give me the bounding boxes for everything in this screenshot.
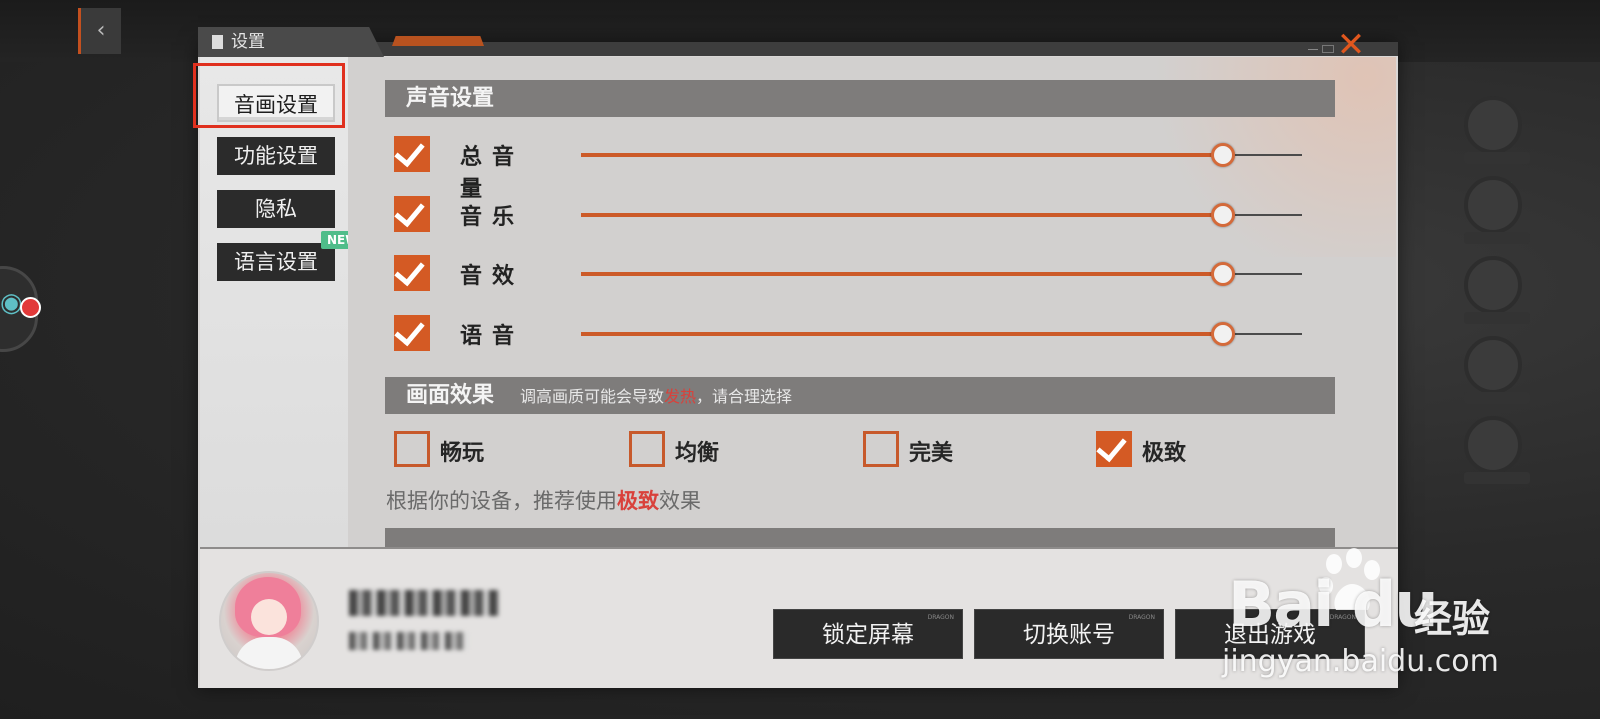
- settings-content: [348, 57, 1396, 547]
- recommendation-text: 根据你的设备，推荐使用: [386, 489, 617, 513]
- background-menu-label: [1464, 312, 1530, 324]
- background-menu-icon: [1464, 336, 1522, 394]
- baidu-url-text: jingyan.baidu.com: [1222, 644, 1499, 679]
- dialog-title: 设置: [231, 32, 265, 52]
- background-menu-icon: [1464, 256, 1522, 314]
- quality-balanced-label: 均衡: [675, 441, 720, 466]
- dialog-accent-tab: [392, 36, 484, 46]
- slider-fill: [581, 213, 1223, 217]
- graphics-hint-text: 调高画质可能会导致: [520, 387, 665, 406]
- graphics-section-header: 画面效果 调高画质可能会导致发热，请合理选择: [385, 377, 1335, 414]
- checkmark-icon: [394, 135, 425, 168]
- player-avatar[interactable]: [219, 571, 319, 671]
- quality-perfect-label: 完美: [909, 441, 954, 466]
- quality-smooth-checkbox[interactable]: [394, 431, 430, 467]
- recommendation-value: 极致: [617, 489, 659, 513]
- dialog-title-tab: 设置: [198, 27, 384, 57]
- master-volume-checkbox[interactable]: [394, 135, 430, 172]
- tutorial-highlight-box: [193, 63, 345, 128]
- background-menu-label: [1464, 152, 1530, 164]
- slider-handle[interactable]: [1210, 203, 1235, 227]
- quality-balanced-checkbox[interactable]: [629, 431, 665, 467]
- sidebar-item-features[interactable]: 功能设置: [217, 137, 335, 175]
- graphics-hint-text-end: ，请合理选择: [696, 387, 793, 406]
- slider-fill: [581, 272, 1223, 276]
- lock-screen-label: 锁定屏幕: [822, 622, 914, 648]
- notification-dot: [20, 297, 41, 318]
- sidebar-item-language[interactable]: 语言设置: [217, 243, 335, 281]
- checkmark-icon: [394, 314, 425, 347]
- slider-handle[interactable]: [1210, 322, 1235, 346]
- sound-section-title: 声音设置: [406, 86, 495, 111]
- lock-screen-button[interactable]: 锁定屏幕 DRAGON: [773, 609, 963, 659]
- graphics-section-title: 画面效果: [406, 383, 495, 408]
- background-menu-icon: [1464, 416, 1522, 474]
- master-volume-slider[interactable]: [581, 143, 1302, 167]
- switch-account-button[interactable]: 切换账号 DRAGON: [974, 609, 1164, 659]
- sfx-volume-label: 音效: [460, 264, 525, 289]
- minimize-icon: [1308, 45, 1318, 50]
- sound-section-header: 声音设置: [385, 80, 1335, 117]
- quality-perfect-checkbox[interactable]: [863, 431, 899, 467]
- music-volume-label: 音乐: [460, 205, 525, 230]
- checkmark-icon: [394, 195, 425, 228]
- music-volume-slider[interactable]: [581, 203, 1302, 227]
- baidu-logo-text: Bai du: [1228, 568, 1438, 641]
- graphics-hint: 调高画质可能会导致发热，请合理选择: [520, 387, 792, 406]
- player-id-redacted: [349, 632, 469, 650]
- quality-smooth-label: 畅玩: [440, 441, 485, 466]
- background-menu-label: [1464, 472, 1530, 484]
- background-back-icon: ‹: [78, 8, 121, 54]
- checkmark-icon: [1096, 430, 1127, 463]
- background-menu-icon: [1464, 176, 1522, 234]
- quality-ultimate-label: 极致: [1142, 441, 1187, 466]
- sidebar-item-privacy[interactable]: 隐私: [217, 190, 335, 228]
- assistant-icon: ◉: [0, 288, 23, 318]
- master-volume-label: 总音量: [460, 145, 525, 202]
- player-name-redacted: [349, 590, 499, 616]
- recommendation-text-end: 效果: [659, 489, 701, 513]
- graphics-hint-warning: 发热: [664, 387, 697, 406]
- slider-fill: [581, 153, 1223, 157]
- button-brand-tag: DRAGON: [1128, 614, 1155, 621]
- quality-ultimate-checkbox[interactable]: [1096, 430, 1132, 467]
- switch-account-label: 切换账号: [1023, 622, 1115, 648]
- avatar-face: [251, 599, 287, 635]
- slider-handle[interactable]: [1210, 143, 1235, 167]
- baidu-jingyan-text: 经验: [1414, 597, 1491, 641]
- background-menu-icon: [1464, 96, 1522, 154]
- quality-recommendation: 根据你的设备，推荐使用极致效果: [386, 485, 701, 515]
- settings-doc-icon: [212, 35, 223, 49]
- voice-volume-label: 语音: [460, 324, 525, 349]
- voice-volume-slider[interactable]: [581, 322, 1302, 346]
- next-section-header-partial: [385, 528, 1335, 547]
- background-menu-label: [1464, 232, 1530, 244]
- button-brand-tag: DRAGON: [927, 614, 954, 621]
- baidu-watermark: Bai du 经验 jingyan.baidu.com: [1222, 548, 1528, 688]
- settings-sidebar: [200, 57, 348, 547]
- checkmark-icon: [394, 254, 425, 287]
- music-volume-checkbox[interactable]: [394, 195, 430, 232]
- sfx-volume-slider[interactable]: [581, 262, 1302, 286]
- sfx-volume-checkbox[interactable]: [394, 254, 430, 291]
- avatar-body: [235, 637, 303, 669]
- background-menu-label: [1464, 392, 1530, 404]
- voice-volume-checkbox[interactable]: [394, 314, 430, 351]
- slider-fill: [581, 332, 1223, 336]
- slider-handle[interactable]: [1210, 262, 1235, 286]
